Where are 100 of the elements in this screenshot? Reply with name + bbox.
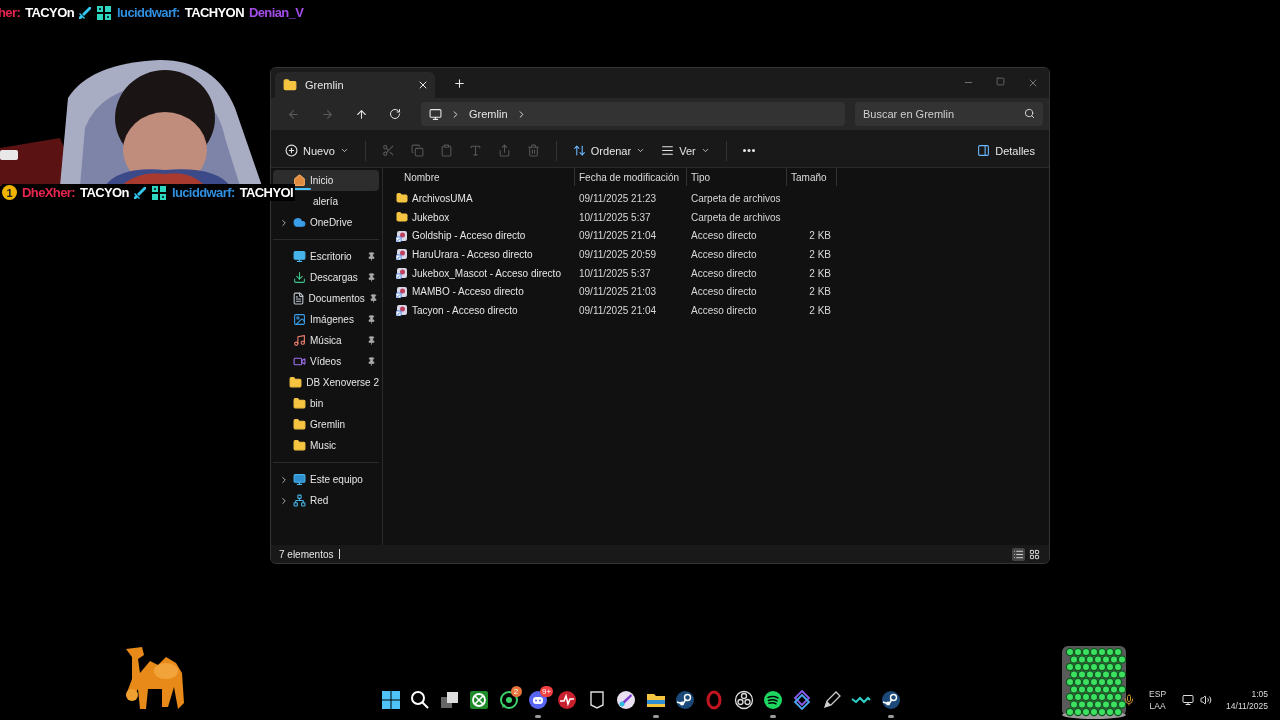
sidebar-item[interactable]: Music: [273, 435, 379, 456]
sidebar-item[interactable]: OneDrive: [273, 212, 379, 233]
file-row[interactable]: ArchivosUMA 09/11/2025 21:23 Carpeta de archivos: [383, 189, 1049, 208]
sidebar-item[interactable]: Imágenes: [273, 309, 379, 330]
file-row[interactable]: Tacyon - Acceso directo 09/11/2025 21:04 Acceso directo 2 KB: [383, 301, 1049, 320]
chevron-icon[interactable]: [279, 495, 289, 506]
obs-icon[interactable]: [733, 690, 754, 710]
sidebar-item[interactable]: Descargas: [273, 267, 379, 288]
badge-icon: [96, 4, 113, 21]
up-arrow-icon[interactable]: [354, 107, 368, 121]
sidebar-item[interactable]: Gremlin: [273, 414, 379, 435]
chat-message: TACYOn: [80, 185, 129, 200]
notification-badge: 9+: [539, 686, 554, 697]
trash-icon: [526, 144, 540, 157]
file-row[interactable]: HaruUrara - Acceso directo 09/11/2025 20:59 Acceso directo 2 KB: [383, 245, 1049, 264]
home-icon: [293, 174, 306, 187]
type-cell-text: Acceso directo: [690, 230, 758, 242]
computer-icon: [293, 473, 306, 486]
details-button[interactable]: Detalles: [971, 140, 1041, 161]
new-tab-icon[interactable]: [453, 76, 466, 90]
sidebar-item[interactable]: Escritorio: [273, 246, 379, 267]
item-count: 7 elementos: [279, 548, 334, 560]
network-icon[interactable]: [1182, 694, 1195, 706]
sidebar-item[interactable]: Música: [273, 330, 379, 351]
search-icon[interactable]: [410, 690, 431, 710]
spotify-icon[interactable]: [763, 690, 784, 710]
tab-title: Gremlin: [305, 79, 345, 91]
caret-icon: [700, 146, 710, 155]
network-icon: [293, 494, 306, 507]
details-pane-icon: [977, 144, 991, 157]
refresh-icon[interactable]: [389, 108, 401, 120]
volume-icon[interactable]: [1200, 694, 1213, 706]
folder-icon: [283, 78, 297, 92]
diamond-icon[interactable]: [792, 690, 813, 710]
sidebar-item[interactable]: Vídeos: [273, 351, 379, 372]
column-header[interactable]: Tamaño: [787, 168, 837, 186]
whatsapp-icon[interactable]: [498, 690, 519, 710]
date-cell-text: 09/11/2025 21:23: [578, 192, 658, 204]
sidebar-item[interactable]: Documentos: [273, 288, 379, 309]
sort-button[interactable]: Ordenar: [566, 140, 652, 161]
sidebar-item[interactable]: Este equipo: [273, 469, 379, 490]
brush-icon[interactable]: [616, 690, 637, 710]
column-header[interactable]: Tipo: [687, 168, 787, 186]
pin-icon: [368, 294, 378, 303]
file-row[interactable]: Jukebox_Mascot - Acceso directo 10/11/2025 5:37 Acceso directo 2 KB: [383, 263, 1049, 283]
type-cell-text: Acceso directo: [690, 304, 758, 316]
list-icon: [661, 144, 675, 157]
type-cell-text: Carpeta de archivos: [690, 192, 782, 204]
file-name: HaruUrara - Acceso directo: [412, 248, 533, 260]
file-name: Tacyon - Acceso directo: [412, 304, 518, 316]
chat-username: DheXher:: [22, 185, 75, 200]
chevron-icon[interactable]: [279, 217, 289, 228]
pin-icon: [367, 273, 376, 282]
folder-icon: [293, 439, 306, 452]
cloud-icon: [293, 216, 306, 229]
file-name: Goldship - Acceso directo: [412, 230, 526, 242]
clock[interactable]: 1:05 14/11/2025: [1226, 688, 1268, 712]
task-view-icon[interactable]: [439, 690, 460, 710]
type-cell-text: Carpeta de archivos: [690, 211, 782, 223]
details-view-icon[interactable]: [1013, 548, 1024, 560]
column-header[interactable]: Fecha de modificación: [575, 168, 687, 186]
sidebar-item[interactable]: bin: [273, 393, 379, 414]
tiles-view-icon[interactable]: [1029, 548, 1040, 560]
explorer-tab[interactable]: Gremlin: [275, 72, 435, 98]
date-cell-text: 09/11/2025 21:04: [578, 230, 658, 242]
music-note-icon: [293, 334, 306, 347]
file-row[interactable]: MAMBO - Acceso directo 09/11/2025 21:03 Acceso directo 2 KB: [383, 282, 1049, 302]
xbox-icon[interactable]: [469, 690, 490, 710]
file-row[interactable]: Jukebox 10/11/2025 5:37 Carpeta de archivos: [383, 207, 1049, 227]
start-icon[interactable]: [381, 690, 401, 710]
new-button[interactable]: Nuevo: [279, 140, 355, 161]
pin-icon: [367, 336, 376, 345]
file-row[interactable]: Goldship - Acceso directo 09/11/2025 21:04 Acceso directo 2 KB: [383, 226, 1049, 246]
search-field[interactable]: Buscar en Gremlin: [855, 102, 1043, 126]
column-header[interactable]: Nombre: [383, 168, 575, 186]
breadcrumb-item[interactable]: Gremlin: [469, 108, 508, 120]
folder-icon: [293, 418, 306, 431]
close-icon[interactable]: [417, 79, 429, 91]
download-icon: [293, 271, 306, 284]
folder-icon: [396, 192, 408, 205]
pen-icon[interactable]: [821, 690, 842, 710]
size-cell-text: 2 KB: [808, 267, 832, 279]
sidebar-item[interactable]: Red: [273, 490, 379, 511]
rename-icon: [468, 144, 482, 157]
image-icon: [293, 313, 306, 326]
steam-icon[interactable]: [674, 690, 695, 710]
view-button[interactable]: Ver: [655, 140, 716, 161]
sidebar-item[interactable]: alería: [313, 191, 338, 212]
microphone-icon[interactable]: [1123, 694, 1136, 706]
share-icon: [497, 144, 511, 157]
steam-icon[interactable]: [880, 690, 901, 710]
language-indicator[interactable]: ESP LAA: [1149, 688, 1167, 712]
paste-icon: [439, 144, 453, 157]
chat-username: luciddwarf:: [171, 185, 235, 200]
pulse-icon[interactable]: [557, 690, 578, 710]
caret-icon: [636, 146, 646, 155]
chevron-icon[interactable]: [279, 474, 289, 485]
sidebar-item[interactable]: DB Xenoverse 2: [273, 372, 379, 393]
address-bar[interactable]: Gremlin: [421, 102, 845, 126]
search-icon[interactable]: [1024, 108, 1035, 119]
